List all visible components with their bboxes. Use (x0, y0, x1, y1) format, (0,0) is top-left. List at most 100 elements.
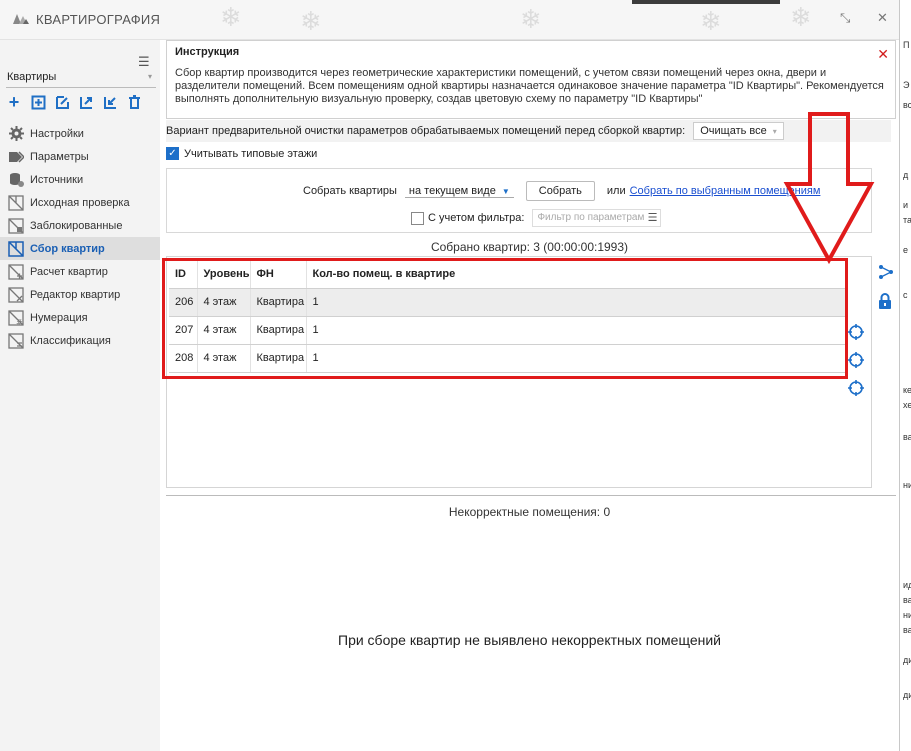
collect-panel: Собрать квартиры на текущем виде ▼ Собрат… (166, 168, 872, 233)
tag-icon (8, 149, 24, 165)
apartments-table: ID Уровень ФН Кол-во помещ. в квартире 2… (169, 261, 847, 373)
mode-select-value: Квартиры (7, 71, 57, 83)
cell-function: Квартира (250, 344, 307, 373)
collect-button[interactable]: Собрать (525, 181, 595, 201)
table-row[interactable]: 208 4 этаж Квартира 1 (169, 344, 847, 373)
sidebar-item-calc-apartments[interactable]: Расчет квартир (0, 260, 160, 283)
gear-icon (8, 126, 24, 142)
sidebar-item-label: Исходная проверка (30, 196, 130, 209)
plan-edit-icon (8, 286, 24, 303)
cell-level: 4 этаж (197, 288, 251, 317)
chevron-down-icon: ▾ (147, 72, 152, 81)
delete-icon[interactable] (126, 94, 142, 110)
panel-splitter[interactable] (166, 495, 896, 496)
select-target-icon[interactable] (848, 318, 864, 346)
column-header-id[interactable]: ID (169, 261, 198, 289)
cell-room-count: 1 (306, 288, 847, 317)
column-header-room-count[interactable]: Кол-во помещ. в квартире (306, 261, 847, 289)
sidebar-item-label: Параметры (30, 150, 89, 163)
database-icon (8, 172, 24, 188)
plan-check-icon (8, 194, 24, 211)
cell-level: 4 этаж (197, 344, 251, 373)
sidebar-item-collect-apartments[interactable]: Сбор квартир (0, 237, 160, 260)
instruction-title: Инструкция (175, 46, 240, 58)
typical-floors-checkbox[interactable]: ✓ (166, 147, 179, 160)
sidebar-item-numbering[interactable]: # Нумерация (0, 306, 160, 329)
close-instruction-icon[interactable]: ✕ (877, 46, 889, 63)
sidebar-item-parameters[interactable]: Параметры (0, 145, 160, 168)
filter-edit-icon[interactable]: ☰ (648, 211, 658, 224)
plan-collect-icon (8, 240, 24, 257)
typical-floors-row: ✓ Учитывать типовые этажи (166, 147, 317, 160)
cell-function: Квартира (250, 316, 307, 345)
table-row[interactable]: 206 4 этаж Квартира 1 (169, 288, 847, 317)
sidebar-item-classification[interactable]: Классификация (0, 329, 160, 352)
cell-room-count: 1 (306, 316, 847, 345)
close-window-button[interactable]: ✕ (877, 10, 888, 26)
cell-id: 207 (169, 316, 198, 345)
sidebar-item-label: Сбор квартир (30, 242, 105, 255)
cleanup-dropdown-value: Очищать все (700, 125, 767, 137)
background-tab (632, 0, 780, 4)
filter-input[interactable]: Фильтр по параметрам ☰ (532, 209, 662, 227)
sidebar-item-sources[interactable]: Источники (0, 168, 160, 191)
cleanup-label: Вариант предварительной очистки параметр… (166, 125, 686, 137)
filter-label: С учетом фильтра: (428, 212, 525, 224)
sidebar-toolbar: + (6, 93, 142, 111)
cell-room-count: 1 (306, 344, 847, 373)
plan-classify-icon (8, 332, 24, 349)
app-title: КВАРТИРОГРАФИЯ (36, 12, 161, 27)
filter-checkbox[interactable] (411, 211, 424, 225)
title-bar: ❄ ❄ ❄ ❄ ❄ КВАРТИРОГРАФИЯ ⤡ ✕ (0, 0, 899, 40)
import-icon[interactable] (102, 94, 118, 110)
instruction-text: Сбор квартир производится через геометри… (175, 67, 884, 105)
sidebar-item-label: Настройки (30, 127, 84, 140)
incorrect-rooms-message: При сборе квартир не выявлено некорректн… (338, 632, 721, 648)
sidebar-item-label: Заблокированные (30, 219, 123, 232)
view-scope-dropdown[interactable]: на текущем виде ▼ (404, 185, 514, 198)
cell-level: 4 этаж (197, 316, 251, 345)
snowflake-decoration-icon: ❄ (700, 6, 722, 36)
cleanup-dropdown[interactable]: Очищать все ▾ (693, 122, 784, 140)
sidebar-item-locked[interactable]: Заблокированные (0, 214, 160, 237)
select-target-icon[interactable] (848, 374, 864, 402)
export-icon[interactable] (78, 94, 94, 110)
sidebar-item-label: Нумерация (30, 311, 88, 324)
apartments-table-area: ID Уровень ФН Кол-во помещ. в квартире 2… (166, 256, 872, 488)
mode-select[interactable]: Квартиры ▾ (6, 68, 156, 88)
table-row[interactable]: 207 4 этаж Квартира 1 (169, 316, 847, 345)
sidebar-item-label: Расчет квартир (30, 265, 108, 278)
sidebar-item-label: Источники (30, 173, 84, 186)
svg-text:#: # (16, 318, 23, 326)
cell-id: 208 (169, 344, 198, 373)
sidebar-item-apartment-editor[interactable]: Редактор квартир (0, 283, 160, 306)
sidebar-item-settings[interactable]: Настройки (0, 122, 160, 145)
sidebar-item-initial-check[interactable]: Исходная проверка (0, 191, 160, 214)
snowflake-decoration-icon: ❄ (790, 2, 812, 32)
add-icon[interactable]: + (6, 93, 22, 111)
snowflake-decoration-icon: ❄ (220, 2, 242, 32)
edit-icon[interactable] (54, 94, 70, 110)
table-side-tools (878, 264, 894, 312)
collect-label: Собрать квартиры (303, 185, 397, 197)
snowflake-decoration-icon: ❄ (300, 6, 322, 36)
annotation-down-arrow-icon (783, 112, 875, 264)
add-box-icon[interactable] (30, 94, 46, 110)
filter-line: С учетом фильтра: Фильтр по параметрам ☰ (411, 209, 662, 227)
app-logo-icon (13, 14, 29, 24)
lock-icon[interactable] (878, 293, 894, 312)
link-rooms-icon[interactable] (878, 264, 894, 283)
row-actions (848, 318, 864, 402)
background-window-strip: ПЭвс дита еске хевани идвани вадиди (899, 0, 911, 751)
cell-function: Квартира (250, 288, 307, 317)
instruction-panel: Инструкция ✕ Сбор квартир производится ч… (166, 40, 896, 119)
select-target-icon[interactable] (848, 346, 864, 374)
collect-line: Собрать квартиры на текущем виде ▼ Собрат… (303, 181, 820, 201)
column-header-function[interactable]: ФН (250, 261, 307, 289)
plan-calc-icon (8, 263, 24, 280)
incorrect-rooms-title: Некорректные помещения: 0 (448, 505, 611, 519)
column-header-level[interactable]: Уровень (197, 261, 251, 289)
cell-id: 206 (169, 288, 198, 317)
shrink-icon[interactable]: ⤡ (840, 10, 850, 26)
or-label: или (606, 185, 626, 197)
